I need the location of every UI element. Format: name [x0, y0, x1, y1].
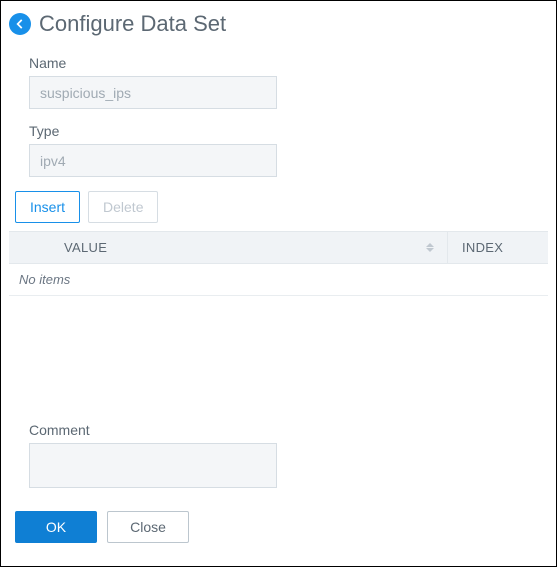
value-column-label: VALUE — [64, 240, 107, 255]
index-column-label: INDEX — [462, 240, 503, 255]
close-button[interactable]: Close — [107, 511, 189, 543]
table-header: VALUE INDEX — [9, 231, 548, 264]
page-title: Configure Data Set — [39, 11, 226, 37]
delete-button[interactable]: Delete — [88, 191, 158, 223]
value-column[interactable]: VALUE — [64, 232, 448, 263]
name-label: Name — [29, 55, 548, 71]
index-column[interactable]: INDEX — [448, 232, 548, 263]
ok-button[interactable]: OK — [15, 511, 97, 543]
name-field[interactable] — [29, 76, 277, 109]
comment-label: Comment — [29, 422, 548, 438]
back-icon[interactable] — [9, 13, 31, 35]
sort-icon[interactable] — [426, 243, 434, 252]
table-body-spacer — [9, 296, 548, 414]
insert-button[interactable]: Insert — [15, 191, 80, 223]
type-field[interactable] — [29, 144, 277, 177]
type-label: Type — [29, 123, 548, 139]
comment-field[interactable] — [29, 443, 277, 488]
empty-state: No items — [9, 264, 548, 296]
